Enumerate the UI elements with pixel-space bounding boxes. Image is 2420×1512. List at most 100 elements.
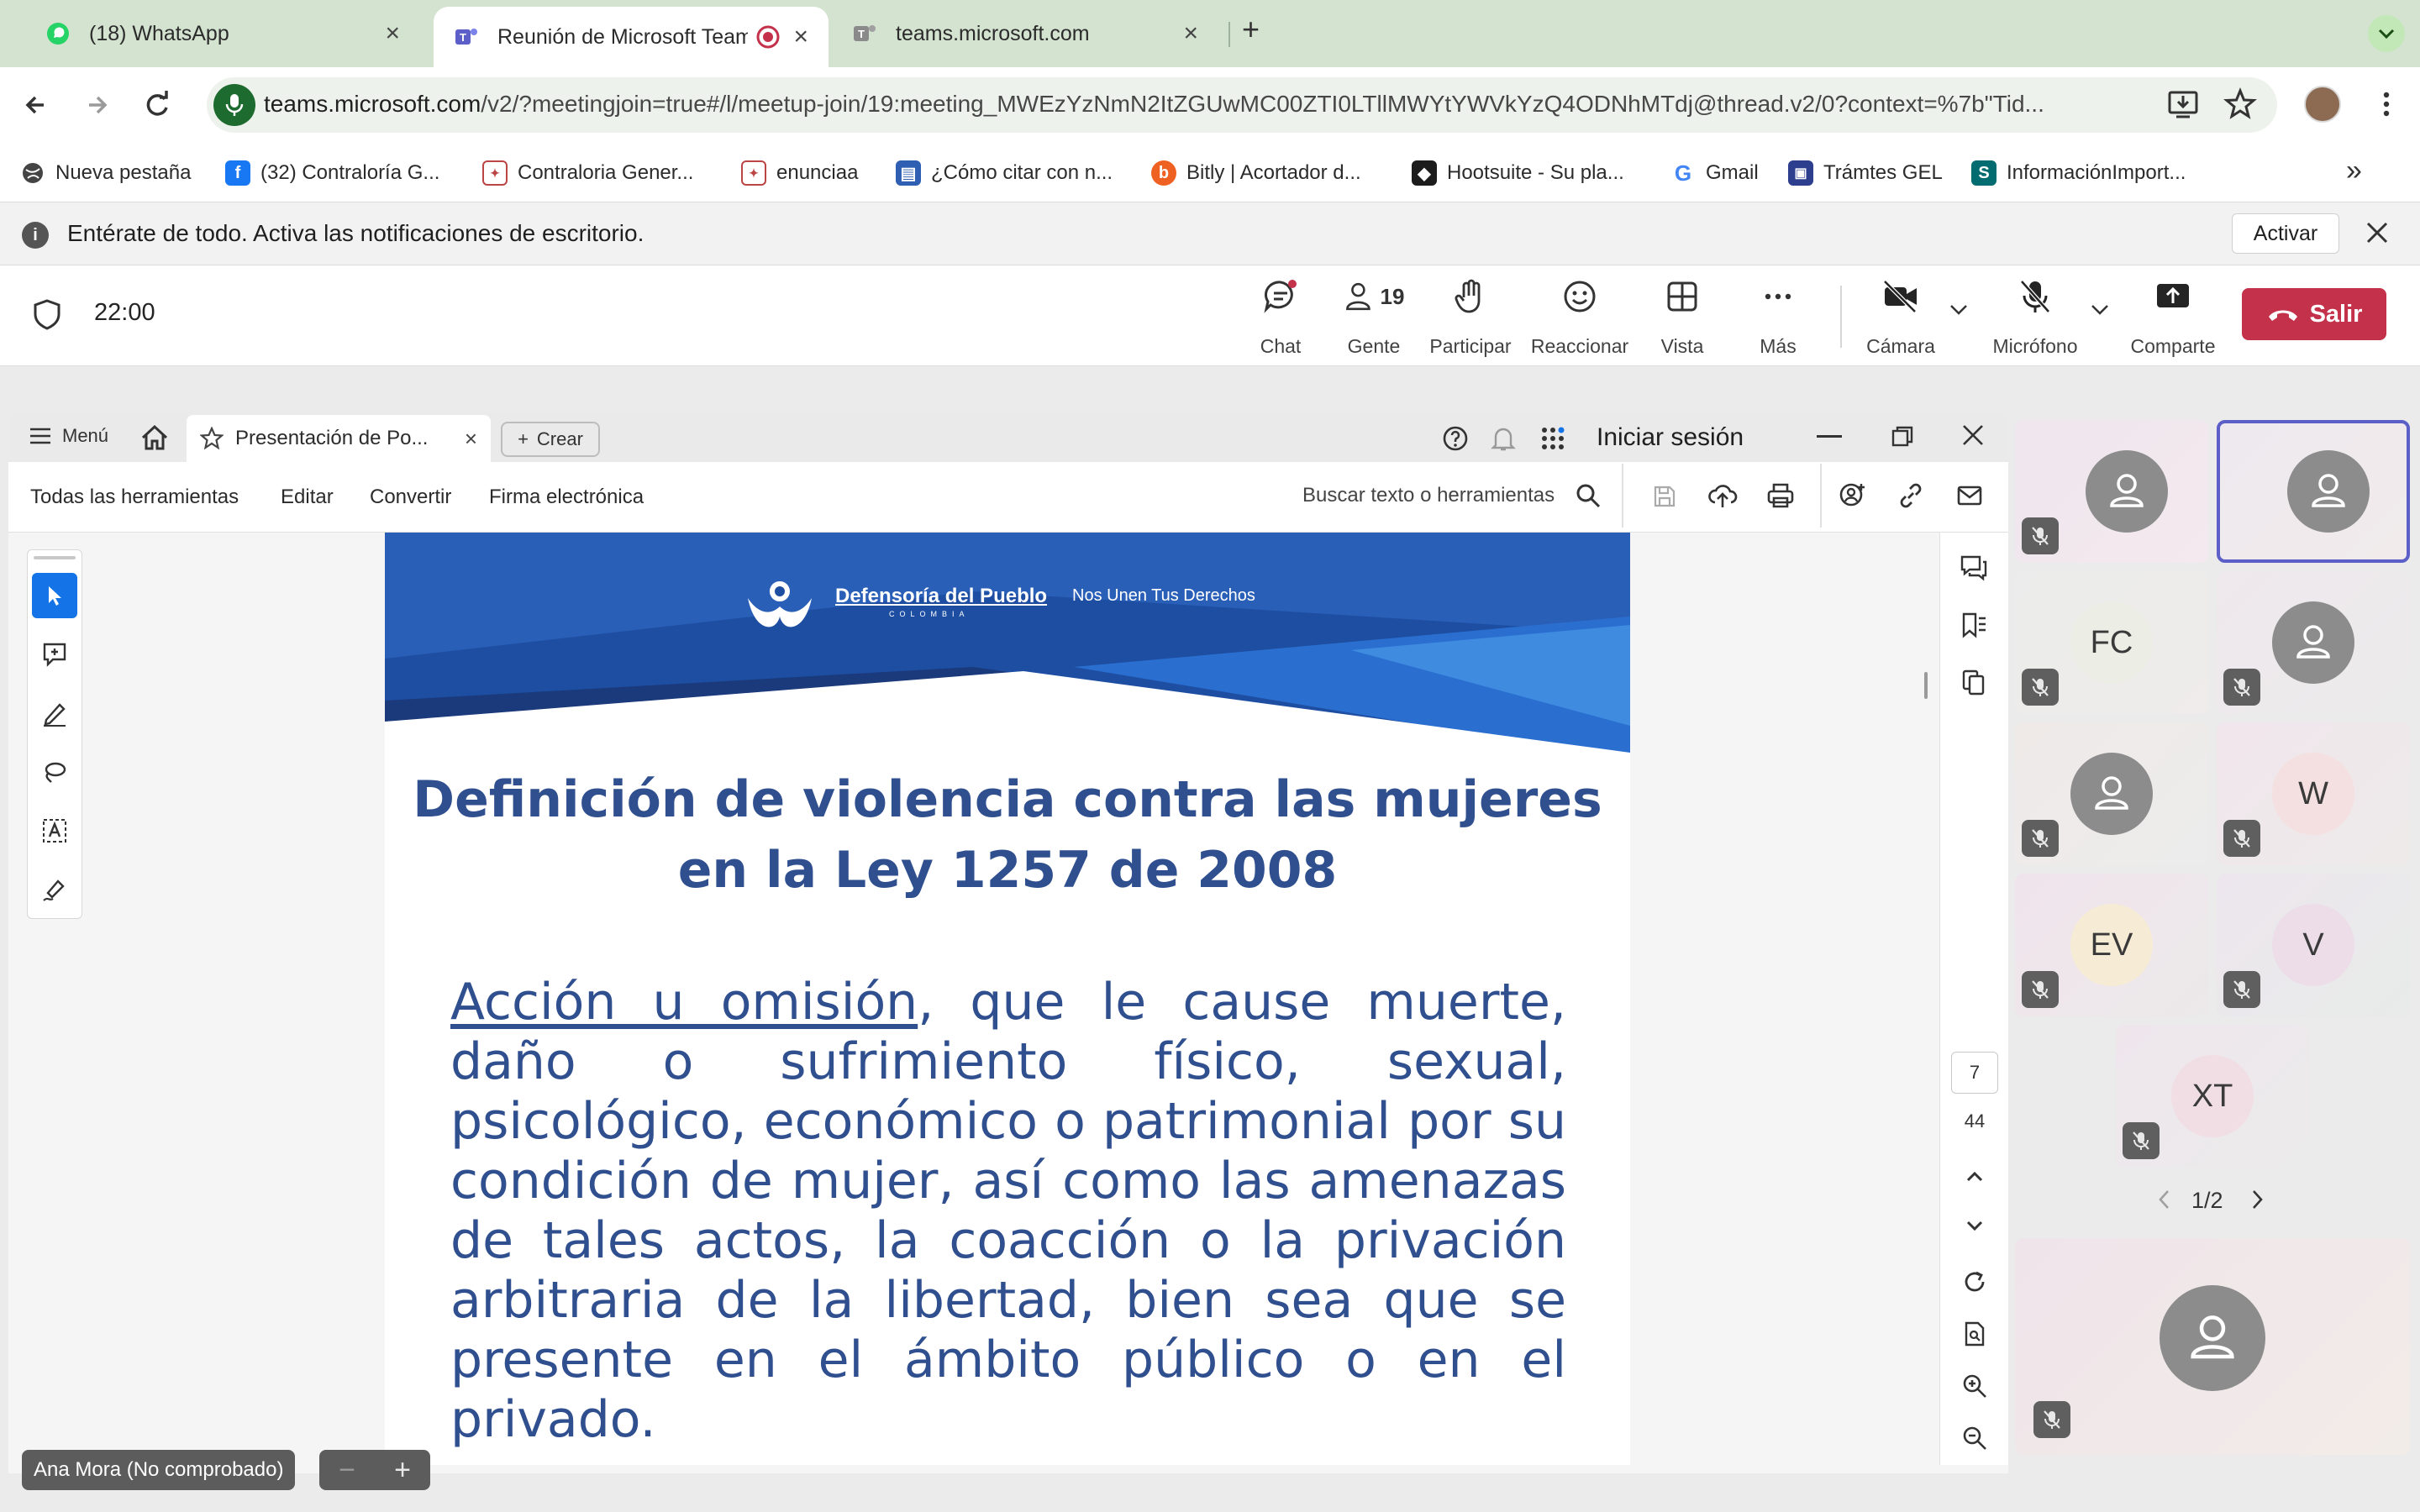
seal-icon: ✦ bbox=[741, 160, 766, 186]
bell-icon[interactable] bbox=[1491, 425, 1516, 452]
select-tool[interactable] bbox=[32, 573, 77, 618]
participant-tile[interactable] bbox=[2015, 420, 2208, 563]
vertical-scrollbar[interactable] bbox=[1924, 672, 1928, 699]
zoom-in-icon[interactable] bbox=[1961, 1373, 1988, 1399]
email-icon[interactable] bbox=[1956, 484, 1983, 507]
install-app-icon[interactable] bbox=[2166, 87, 2200, 121]
zoom-out-icon[interactable] bbox=[1961, 1425, 1988, 1452]
self-view-tile[interactable] bbox=[2015, 1238, 2410, 1455]
chat-button[interactable]: Chat bbox=[1252, 277, 1309, 358]
bookmark-star-icon[interactable] bbox=[2223, 87, 2257, 121]
participant-tile[interactable]: EV bbox=[2015, 874, 2208, 1016]
forward-icon[interactable] bbox=[79, 87, 114, 123]
close-tab-icon[interactable]: × bbox=[385, 19, 400, 48]
tools-drag-handle[interactable] bbox=[34, 556, 76, 559]
page-number-input[interactable]: 7 bbox=[1951, 1052, 1998, 1094]
leave-button[interactable]: Salir bbox=[2242, 288, 2386, 340]
edit-menu[interactable]: Editar bbox=[281, 486, 334, 509]
minimize-icon[interactable] bbox=[1817, 435, 1842, 438]
highlight-tool[interactable] bbox=[32, 690, 77, 736]
next-page-participants-icon[interactable] bbox=[2249, 1188, 2265, 1211]
share-user-icon[interactable] bbox=[1839, 482, 1867, 509]
pdf-document-tab[interactable]: Presentación de Po... × bbox=[187, 415, 491, 462]
bookmark-item[interactable]: f (32) Contraloría G... bbox=[225, 156, 439, 190]
previous-page-icon[interactable] bbox=[1963, 1168, 1986, 1184]
previous-page-participants-icon[interactable] bbox=[2156, 1188, 2173, 1211]
reload-icon[interactable] bbox=[139, 87, 175, 123]
search-icon[interactable] bbox=[1575, 482, 1602, 509]
view-button[interactable]: Vista bbox=[1652, 277, 1712, 358]
search-tools-input[interactable]: Buscar texto o herramientas bbox=[1302, 484, 1555, 507]
rotate-icon[interactable] bbox=[1961, 1268, 1988, 1295]
help-icon[interactable] bbox=[1442, 425, 1469, 452]
bookmark-item[interactable]: S InformaciónImport... bbox=[1971, 156, 2186, 190]
more-bookmarks-button[interactable]: » bbox=[2346, 155, 2362, 187]
bookmark-item[interactable]: ▤ ¿Cómo citar con n... bbox=[896, 156, 1113, 190]
add-comment-tool[interactable] bbox=[32, 632, 77, 677]
esign-menu[interactable]: Firma electrónica bbox=[489, 486, 644, 509]
comments-panel-icon[interactable] bbox=[1960, 554, 1988, 581]
close-window-icon[interactable] bbox=[1961, 423, 1985, 447]
zoom-in-button[interactable]: + bbox=[394, 1454, 411, 1487]
bookmark-item[interactable]: ✦ enunciaa bbox=[741, 156, 858, 190]
profile-avatar[interactable] bbox=[2304, 86, 2341, 123]
apps-grid-icon[interactable] bbox=[1539, 425, 1566, 452]
shield-icon[interactable] bbox=[30, 297, 64, 331]
bookmark-item[interactable]: ✦ Contraloria Gener... bbox=[482, 156, 693, 190]
home-icon[interactable] bbox=[139, 423, 170, 452]
sign-in-button[interactable]: Iniciar sesión bbox=[1597, 423, 1744, 452]
pdf-menu-button[interactable]: Menú bbox=[29, 425, 108, 447]
print-icon[interactable] bbox=[1766, 482, 1795, 509]
more-button[interactable]: Más bbox=[1748, 277, 1808, 358]
create-button[interactable]: + Crear bbox=[501, 422, 600, 457]
page-zoom-icon[interactable] bbox=[1961, 1320, 1988, 1347]
new-tab-button[interactable]: + bbox=[1242, 12, 1260, 47]
browser-tab-whatsapp[interactable]: (18) WhatsApp × bbox=[25, 0, 420, 67]
browser-menu-icon[interactable] bbox=[2370, 87, 2403, 121]
participant-tile[interactable] bbox=[2015, 722, 2208, 865]
browser-tab-teams-meeting[interactable]: T Reunión de Microsoft Teams × bbox=[434, 7, 829, 67]
next-page-icon[interactable] bbox=[1963, 1218, 1986, 1235]
convert-menu[interactable]: Convertir bbox=[370, 486, 451, 509]
participant-tile[interactable]: W bbox=[2217, 722, 2410, 865]
tab-search-button[interactable] bbox=[2368, 15, 2405, 52]
restore-icon[interactable] bbox=[1891, 425, 1914, 449]
close-icon[interactable]: × bbox=[465, 426, 477, 452]
close-tab-icon[interactable]: × bbox=[1183, 19, 1198, 48]
bookmark-item[interactable]: Nueva pestaña bbox=[20, 156, 191, 190]
text-select-tool[interactable] bbox=[32, 808, 77, 853]
participant-tile[interactable]: V bbox=[2217, 874, 2410, 1016]
link-icon[interactable] bbox=[1897, 482, 1924, 509]
save-icon[interactable] bbox=[1652, 484, 1677, 509]
close-icon[interactable] bbox=[2365, 220, 2390, 245]
draw-tool[interactable] bbox=[32, 749, 77, 795]
back-icon[interactable] bbox=[18, 87, 54, 123]
camera-options-chevron-icon[interactable] bbox=[1949, 304, 1968, 316]
slide-body-text: Acción u omisión, que le cause muerte, d… bbox=[450, 973, 1566, 1450]
bookmark-item[interactable]: b Bitly | Acortador d... bbox=[1151, 156, 1361, 190]
participant-tile[interactable] bbox=[2217, 571, 2410, 714]
share-button[interactable]: Comparte bbox=[2128, 277, 2218, 358]
bookmark-item[interactable]: ▣ Trámtes GEL bbox=[1788, 156, 1943, 190]
camera-button[interactable]: Cámara bbox=[1864, 277, 1938, 358]
participant-tile-active[interactable] bbox=[2217, 420, 2410, 563]
zoom-out-button[interactable]: − bbox=[339, 1454, 355, 1487]
pages-panel-icon[interactable] bbox=[1960, 669, 1988, 696]
sign-tool[interactable] bbox=[32, 867, 77, 912]
microphone-button[interactable]: Micrófono bbox=[1986, 277, 2084, 358]
people-button[interactable]: 19 Gente bbox=[1336, 277, 1412, 358]
microphone-in-use-icon[interactable] bbox=[213, 84, 255, 126]
participant-tile[interactable]: FC bbox=[2015, 571, 2208, 714]
browser-tab-teams[interactable]: T teams.microsoft.com × bbox=[832, 0, 1218, 67]
raise-hand-button[interactable]: Participar bbox=[1427, 277, 1514, 358]
react-button[interactable]: Reaccionar bbox=[1529, 277, 1630, 358]
mic-options-chevron-icon[interactable] bbox=[2091, 304, 2109, 316]
upload-cloud-icon[interactable] bbox=[1707, 482, 1738, 509]
close-tab-icon[interactable]: × bbox=[793, 23, 808, 51]
activate-notifications-button[interactable]: Activar bbox=[2232, 213, 2339, 254]
bookmark-item[interactable]: ◆ Hootsuite - Su pla... bbox=[1412, 156, 1624, 190]
participant-tile[interactable]: XT bbox=[2116, 1025, 2309, 1168]
bookmark-item[interactable]: G Gmail bbox=[1670, 156, 1759, 190]
all-tools-menu[interactable]: Todas las herramientas bbox=[30, 486, 239, 509]
bookmarks-panel-icon[interactable] bbox=[1960, 612, 1988, 638]
